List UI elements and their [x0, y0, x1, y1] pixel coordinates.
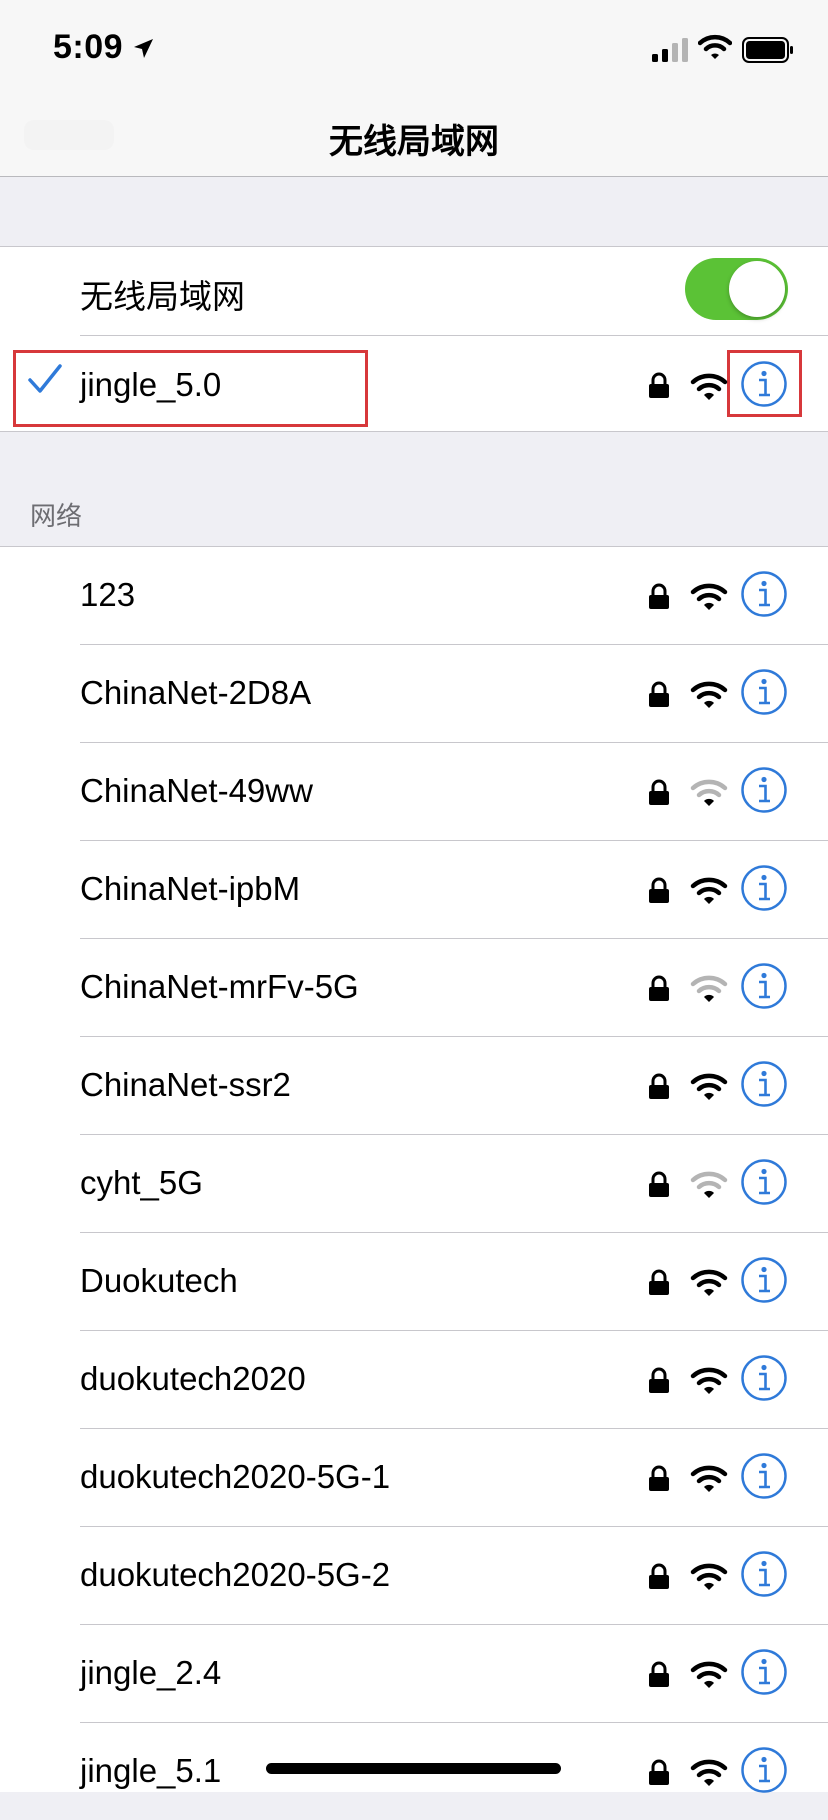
info-icon[interactable]: [740, 360, 788, 408]
lock-icon: [649, 975, 669, 1001]
status-bar: 5:09: [0, 0, 828, 100]
info-icon[interactable]: [740, 766, 788, 814]
row-separator: [80, 742, 828, 743]
wifi-signal-icon: [690, 1171, 728, 1198]
network-name: duokutech2020-5G-1: [80, 1458, 391, 1495]
row-separator: [80, 1232, 828, 1233]
network-row[interactable]: ChinaNet-mrFv-5G: [0, 938, 828, 1036]
network-name: duokutech2020: [80, 1360, 306, 1397]
network-name: jingle_2.4: [80, 1654, 222, 1691]
network-name: Duokutech: [80, 1262, 238, 1299]
info-icon[interactable]: [740, 1648, 788, 1696]
network-row[interactable]: jingle_2.4: [0, 1624, 828, 1722]
info-icon[interactable]: [740, 1452, 788, 1500]
wifi-signal-icon: [690, 1073, 728, 1100]
wifi-signal-icon: [690, 1759, 728, 1786]
lock-icon: [649, 779, 669, 805]
row-separator: [80, 938, 828, 939]
wifi-toggle-switch[interactable]: [685, 258, 788, 320]
wifi-signal-icon: [690, 1563, 728, 1590]
network-name: duokutech2020-5G-2: [80, 1556, 391, 1593]
network-name: cyht_5G: [80, 1164, 203, 1201]
info-icon[interactable]: [740, 1550, 788, 1598]
network-name: ChinaNet-ipbM: [80, 870, 301, 907]
lock-icon: [649, 1171, 669, 1197]
row-separator: [80, 644, 828, 645]
status-time: 5:09: [53, 28, 124, 66]
network-row[interactable]: duokutech2020: [0, 1330, 828, 1428]
info-icon[interactable]: [740, 1158, 788, 1206]
lock-icon: [649, 1661, 669, 1687]
battery-icon: [742, 37, 793, 63]
info-icon[interactable]: [740, 1354, 788, 1402]
row-separator: [80, 1330, 828, 1331]
row-separator: [80, 1526, 828, 1527]
page-title: 无线局域网: [329, 123, 499, 161]
lock-icon: [649, 1563, 669, 1589]
wifi-signal-icon: [690, 975, 728, 1002]
info-icon[interactable]: [740, 1746, 788, 1794]
wifi-signal-icon: [690, 779, 728, 806]
lock-icon: [649, 372, 669, 398]
network-name: ChinaNet-mrFv-5G: [80, 968, 359, 1005]
row-separator: [80, 1428, 828, 1429]
wifi-signal-icon: [690, 583, 728, 610]
info-icon[interactable]: [740, 668, 788, 716]
info-icon[interactable]: [740, 1060, 788, 1108]
network-name: ChinaNet-49ww: [80, 772, 313, 809]
cellular-signal-icon: [652, 38, 688, 62]
row-separator: [80, 1036, 828, 1037]
navigation-bar: 无线局域网: [0, 100, 828, 177]
location-arrow-icon: [134, 39, 153, 58]
lock-icon: [649, 681, 669, 707]
network-name: ChinaNet-2D8A: [80, 674, 312, 711]
wifi-signal-icon: [690, 877, 728, 904]
networks-section-header: 网络: [30, 501, 83, 531]
info-icon[interactable]: [740, 962, 788, 1010]
info-icon[interactable]: [740, 1256, 788, 1304]
network-row[interactable]: Duokutech: [0, 1232, 828, 1330]
network-name: 123: [80, 576, 136, 613]
network-row[interactable]: 123: [0, 546, 828, 644]
network-row[interactable]: ChinaNet-2D8A: [0, 644, 828, 742]
lock-icon: [649, 877, 669, 903]
lock-icon: [649, 1367, 669, 1393]
highlight-box-network: [13, 350, 368, 427]
info-icon[interactable]: [740, 570, 788, 618]
network-row[interactable]: ChinaNet-ipbM: [0, 840, 828, 938]
lock-icon: [649, 583, 669, 609]
network-row[interactable]: cyht_5G: [0, 1134, 828, 1232]
wifi-signal-icon: [690, 1661, 728, 1688]
network-row[interactable]: ChinaNet-ssr2: [0, 1036, 828, 1134]
row-separator: [80, 1722, 828, 1723]
home-indicator: [266, 1763, 561, 1774]
lock-icon: [649, 1465, 669, 1491]
row-separator: [80, 840, 828, 841]
toggle-knob: [729, 261, 785, 317]
info-icon[interactable]: [740, 864, 788, 912]
lock-icon: [649, 1073, 669, 1099]
row-separator: [80, 1624, 828, 1625]
network-row[interactable]: duokutech2020-5G-2: [0, 1526, 828, 1624]
wifi-signal-icon: [690, 1465, 728, 1492]
wifi-signal-icon: [690, 1269, 728, 1296]
network-row[interactable]: ChinaNet-49ww: [0, 742, 828, 840]
wifi-signal-icon: [690, 373, 728, 400]
lock-icon: [649, 1759, 669, 1785]
network-name: ChinaNet-ssr2: [80, 1066, 291, 1103]
wifi-signal-icon: [690, 681, 728, 708]
network-row[interactable]: duokutech2020-5G-1: [0, 1428, 828, 1526]
wifi-toggle-label: 无线局域网: [80, 278, 245, 315]
status-wifi-icon: [698, 34, 732, 59]
network-name: jingle_5.1: [80, 1752, 222, 1789]
wifi-signal-icon: [690, 1367, 728, 1394]
row-separator: [80, 1134, 828, 1135]
lock-icon: [649, 1269, 669, 1295]
